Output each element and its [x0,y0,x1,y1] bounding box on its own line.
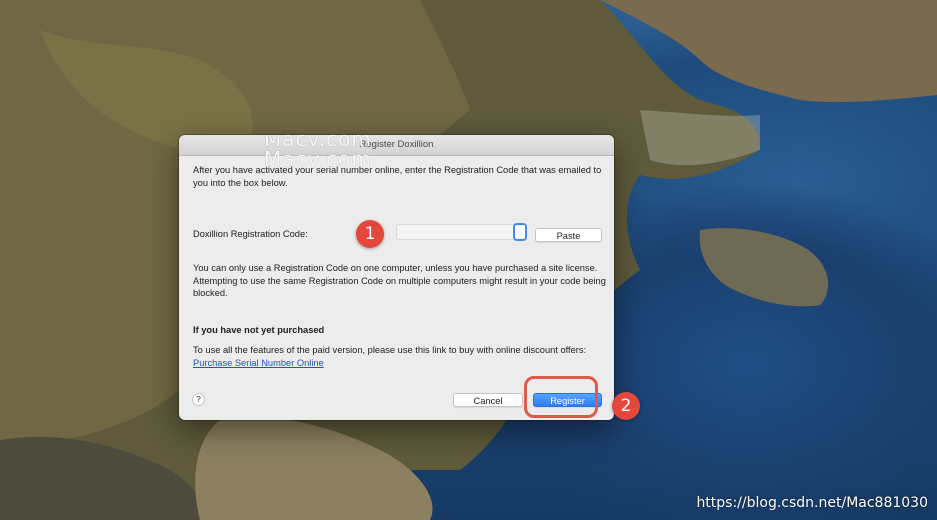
purchase-text: To use all the features of the paid vers… [193,344,593,369]
registration-code-label: Doxillion Registration Code: [193,229,308,239]
registration-code-input[interactable] [396,223,527,241]
purchase-serial-link[interactable]: Purchase Serial Number Online [193,358,324,368]
purchase-description: To use all the features of the paid vers… [193,345,587,355]
register-highlight-ring [524,376,598,418]
intro-text: After you have activated your serial num… [193,165,602,188]
cancel-button[interactable]: Cancel [453,393,523,407]
paste-button[interactable]: Paste [535,228,602,242]
purchase-heading: If you have not yet purchased [193,325,325,335]
license-warning-text: You can only use a Registration Code on … [193,263,606,298]
step-marker-2: 2 [612,392,640,420]
dialog-titlebar: Register Doxillion Macv.com [179,135,614,156]
focus-ring [513,223,527,241]
source-credit: https://blog.csdn.net/Mac881030 [696,495,928,511]
help-icon[interactable]: ? [192,393,205,406]
step-marker-1: 1 [356,220,384,248]
